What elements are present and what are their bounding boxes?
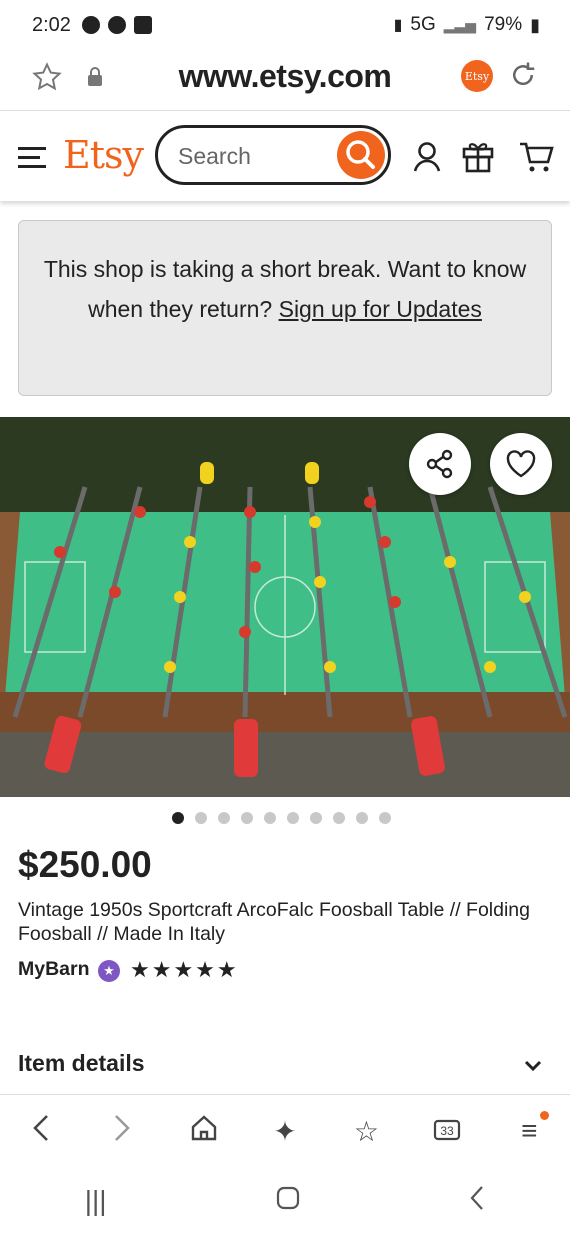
price: $250.00 bbox=[18, 844, 152, 885]
search-icon bbox=[346, 140, 375, 169]
chevron-down-icon[interactable] bbox=[524, 1052, 542, 1078]
carousel-dot[interactable] bbox=[333, 812, 345, 824]
share-button[interactable] bbox=[409, 433, 471, 495]
carousel-dots bbox=[172, 812, 391, 824]
gallery-icon bbox=[134, 16, 152, 34]
carousel-dot[interactable] bbox=[310, 812, 322, 824]
carousel-dot[interactable] bbox=[218, 812, 230, 824]
tabs-icon[interactable]: 33 bbox=[418, 1115, 478, 1148]
status-right: ▮ 5G ▂▃▅ 79% ▮ bbox=[394, 14, 540, 36]
home-button-icon[interactable] bbox=[276, 1185, 300, 1217]
bookmarks-icon[interactable]: ☆ bbox=[336, 1115, 396, 1148]
battery-icon: ▮ bbox=[530, 14, 540, 35]
account-icon[interactable] bbox=[412, 141, 442, 178]
system-navigation: ||| bbox=[0, 1166, 570, 1236]
shop-name[interactable]: MyBarn bbox=[18, 958, 90, 981]
listing-title: Vintage 1950s Sportcraft ArcoFalc Foosba… bbox=[18, 899, 530, 945]
carousel-dot[interactable] bbox=[379, 812, 391, 824]
star-seller-badge-icon: ★ bbox=[98, 960, 120, 982]
signup-link[interactable]: Sign up for Updates bbox=[279, 296, 482, 322]
home-icon[interactable] bbox=[174, 1114, 234, 1149]
product-image[interactable] bbox=[0, 417, 570, 797]
status-time: 2:02 bbox=[32, 14, 71, 36]
carousel-dot[interactable] bbox=[356, 812, 368, 824]
search-bar[interactable]: Search bbox=[155, 125, 391, 185]
status-bar: 2:02 ▮ 5G ▂▃▅ 79% ▮ bbox=[0, 0, 570, 52]
heart-icon bbox=[506, 450, 536, 478]
battery-label: 79% bbox=[484, 14, 523, 35]
sparkle-icon[interactable]: ✦ bbox=[255, 1115, 315, 1148]
rating-stars[interactable]: ★★★★★ bbox=[130, 957, 239, 983]
favorite-button[interactable] bbox=[490, 433, 552, 495]
browser-url-bar: www.etsy.com Etsy bbox=[0, 52, 570, 111]
carousel-dot[interactable] bbox=[287, 812, 299, 824]
etsy-tab-label: Etsy bbox=[464, 69, 490, 83]
carousel-dot[interactable] bbox=[241, 812, 253, 824]
network-label: 5G bbox=[410, 14, 436, 35]
browser-toolbar: ✦ ☆ 33 ≡ bbox=[0, 1094, 570, 1167]
carousel-dot[interactable] bbox=[195, 812, 207, 824]
item-details-heading[interactable]: Item details bbox=[18, 1050, 145, 1077]
forward-icon[interactable] bbox=[92, 1113, 152, 1150]
recent-apps-icon[interactable]: ||| bbox=[85, 1185, 107, 1217]
battery-saver-icon: ▮ bbox=[393, 17, 403, 34]
shop-break-notice: This shop is taking a short break. Want … bbox=[18, 220, 552, 396]
system-back-icon[interactable] bbox=[469, 1185, 485, 1218]
reload-icon[interactable] bbox=[508, 60, 538, 95]
menu-more-icon[interactable]: ≡ bbox=[499, 1111, 559, 1147]
chrome-icon bbox=[108, 16, 126, 34]
cart-icon[interactable] bbox=[519, 141, 555, 178]
site-header: Etsy Search bbox=[0, 111, 570, 201]
carousel-dot[interactable] bbox=[172, 812, 184, 824]
search-input[interactable]: Search bbox=[178, 143, 251, 170]
notification-dot-icon bbox=[540, 1111, 550, 1120]
share-icon bbox=[426, 449, 453, 479]
etsy-logo[interactable]: Etsy bbox=[63, 133, 144, 177]
back-icon[interactable] bbox=[11, 1113, 71, 1150]
signal-icon: ▂▃▅ bbox=[443, 16, 477, 33]
notification-icons bbox=[82, 16, 152, 34]
etsy-tab-icon[interactable]: Etsy bbox=[461, 60, 493, 92]
facebook-icon bbox=[82, 16, 100, 34]
menu-icon[interactable] bbox=[18, 145, 48, 174]
gift-icon[interactable] bbox=[462, 139, 494, 178]
carousel-dot[interactable] bbox=[264, 812, 276, 824]
search-button[interactable] bbox=[337, 131, 385, 179]
svg-text:33: 33 bbox=[440, 1124, 454, 1138]
